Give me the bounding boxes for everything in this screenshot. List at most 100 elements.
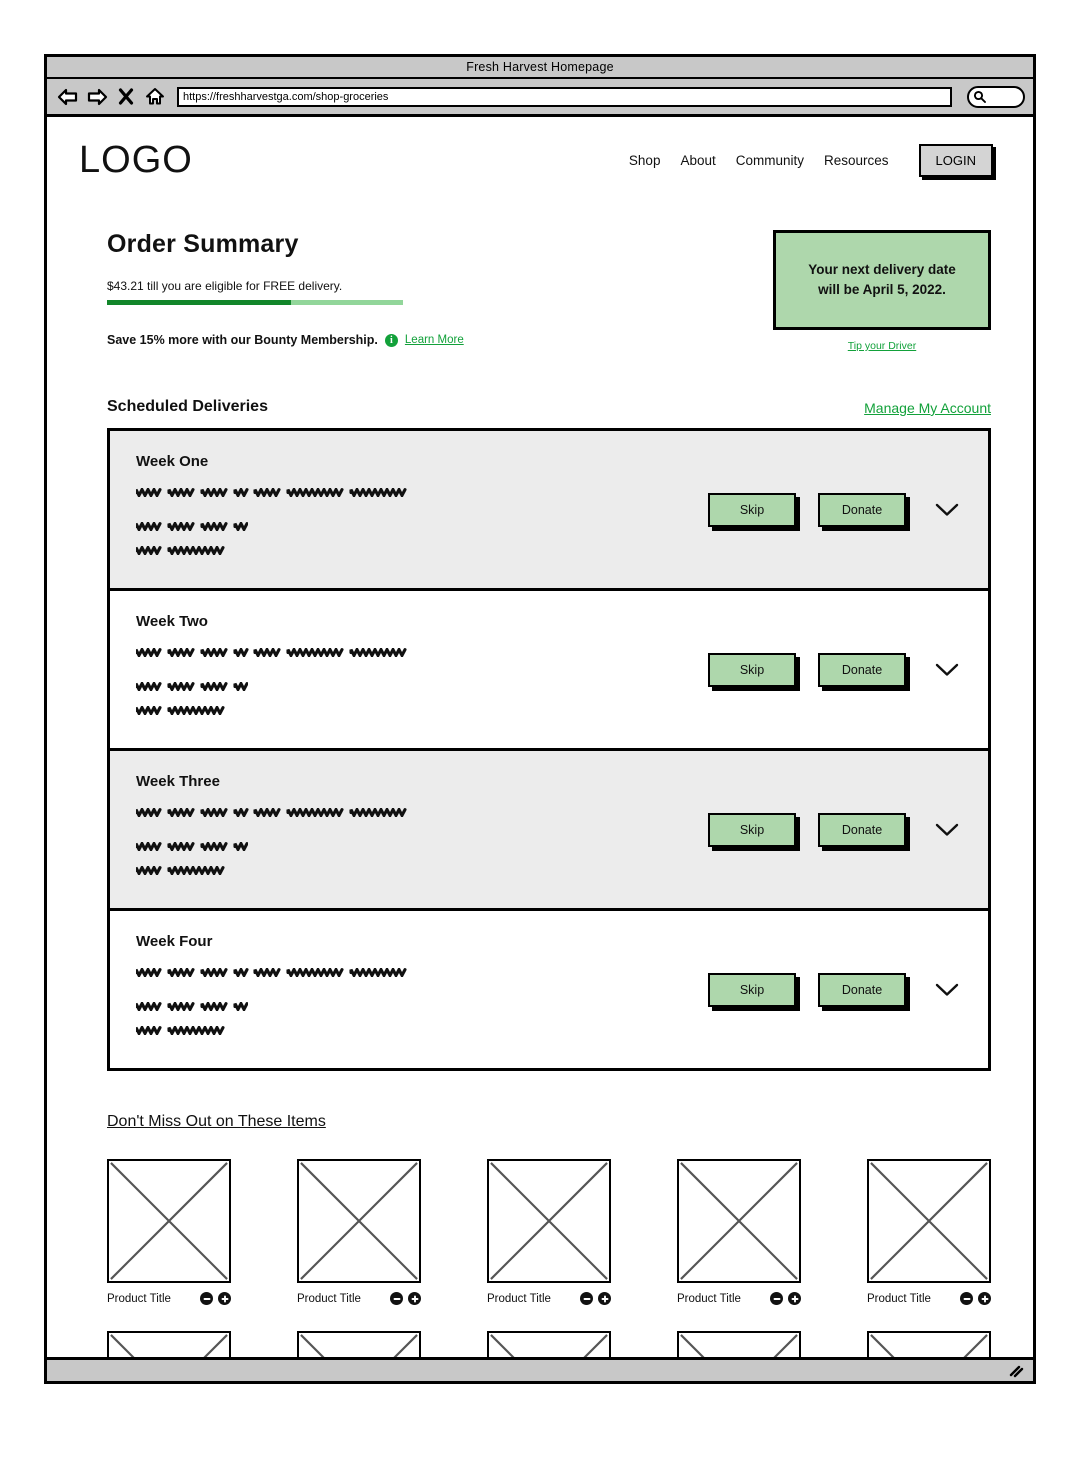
info-icon[interactable]: i (384, 333, 398, 347)
product-card[interactable]: Product Title (487, 1331, 611, 1357)
product-title: Product Title (677, 1292, 741, 1305)
manage-my-account-link[interactable]: Manage My Account (864, 400, 991, 416)
resize-handle-icon[interactable] (1008, 1364, 1026, 1378)
nav-item-about[interactable]: About (680, 153, 715, 168)
minus-icon[interactable] (580, 1292, 593, 1305)
free-delivery-text: $43.21 till you are eligible for FREE de… (107, 279, 343, 293)
learn-more-link[interactable]: Learn More (405, 334, 464, 346)
product-title: Product Title (867, 1292, 931, 1305)
product-title: Product Title (297, 1292, 361, 1305)
placeholder-line (134, 1022, 708, 1040)
product-card[interactable]: Product Title (107, 1159, 231, 1305)
donate-button[interactable]: Donate (818, 492, 906, 527)
donate-button[interactable]: Donate (818, 652, 906, 687)
delivery-placeholder-text (134, 964, 708, 1040)
product-image-placeholder[interactable] (677, 1159, 801, 1283)
product-card[interactable]: Product Title (297, 1331, 421, 1357)
back-arrow-icon[interactable] (57, 86, 79, 108)
product-image-placeholder[interactable] (677, 1331, 801, 1357)
product-image-placeholder[interactable] (867, 1159, 991, 1283)
plus-icon[interactable] (408, 1292, 421, 1305)
login-button[interactable]: LOGIN (918, 144, 993, 177)
minus-icon[interactable] (200, 1292, 213, 1305)
placeholder-line (134, 702, 708, 720)
tip-your-driver-link[interactable]: Tip your Driver (773, 340, 991, 352)
product-meta: Product Title (297, 1292, 421, 1305)
next-delivery-message: Your next delivery date will be April 5,… (808, 262, 956, 297)
product-image-placeholder[interactable] (487, 1159, 611, 1283)
delivery-row-actions: Skip Donate (708, 492, 960, 527)
skip-button[interactable]: Skip (708, 972, 796, 1007)
plus-icon[interactable] (788, 1292, 801, 1305)
site-header: LOGO Shop About Community Resources LOGI… (47, 117, 1033, 182)
forward-arrow-icon[interactable] (86, 86, 108, 108)
minus-icon[interactable] (960, 1292, 973, 1305)
page-content: LOGO Shop About Community Resources LOGI… (47, 117, 1033, 1357)
close-x-icon[interactable] (115, 86, 137, 108)
chevron-down-icon[interactable] (934, 977, 960, 1003)
plus-icon[interactable] (598, 1292, 611, 1305)
skip-button[interactable]: Skip (708, 812, 796, 847)
placeholder-line (134, 542, 708, 560)
search-icon (973, 90, 986, 103)
browser-toolbar: https://freshharvestga.com/shop-grocerie… (47, 79, 1033, 117)
nav-item-community[interactable]: Community (736, 153, 804, 168)
plus-icon[interactable] (218, 1292, 231, 1305)
product-card[interactable]: Product Title (867, 1159, 991, 1305)
membership-promo: Save 15% more with our Bounty Membership… (107, 333, 577, 347)
product-card[interactable]: Product Title (107, 1331, 231, 1357)
product-card[interactable]: Product Title (487, 1159, 611, 1305)
nav-item-shop[interactable]: Shop (629, 153, 661, 168)
product-image-placeholder[interactable] (487, 1331, 611, 1357)
browser-search-input[interactable] (967, 85, 1025, 108)
product-card[interactable]: Product Title (677, 1159, 801, 1305)
membership-text: Save 15% more with our Bounty Membership… (107, 333, 378, 347)
skip-button[interactable]: Skip (708, 492, 796, 527)
product-grid: Product Title Product Title Product Title P… (107, 1159, 991, 1357)
page-title: Order Summary (107, 230, 299, 258)
product-meta: Product Title (107, 1292, 231, 1305)
delivery-row-actions: Skip Donate (708, 812, 960, 847)
nav-item-resources[interactable]: Resources (824, 153, 889, 168)
product-image-placeholder[interactable] (297, 1159, 421, 1283)
chevron-down-icon[interactable] (934, 657, 960, 683)
quantity-stepper (200, 1292, 231, 1305)
plus-icon[interactable] (978, 1292, 991, 1305)
product-image-placeholder[interactable] (107, 1331, 231, 1357)
home-icon[interactable] (144, 86, 166, 108)
donate-button[interactable]: Donate (818, 812, 906, 847)
product-card[interactable]: Product Title (677, 1331, 801, 1357)
delivery-row-actions: Skip Donate (708, 652, 960, 687)
product-title: Product Title (487, 1292, 551, 1305)
next-delivery-card: Your next delivery date will be April 5,… (773, 230, 991, 330)
screenshot-root: Fresh Harvest Homepage https://freshharv… (0, 0, 1080, 1468)
product-card[interactable]: Product Title (867, 1331, 991, 1357)
product-image-placeholder[interactable] (867, 1331, 991, 1357)
placeholder-line (134, 644, 708, 662)
product-image-placeholder[interactable] (297, 1331, 421, 1357)
delivery-row-info: Week One (134, 453, 708, 566)
site-logo[interactable]: LOGO (79, 139, 193, 182)
url-text: https://freshharvestga.com/shop-grocerie… (183, 90, 389, 103)
donate-button[interactable]: Donate (818, 972, 906, 1007)
quantity-stepper (960, 1292, 991, 1305)
delivery-row-info: Week Three (134, 773, 708, 886)
free-delivery-progress-fill (107, 300, 291, 305)
browser-statusbar (47, 1357, 1033, 1381)
product-card[interactable]: Product Title (297, 1159, 421, 1305)
chevron-down-icon[interactable] (934, 817, 960, 843)
placeholder-line (134, 838, 708, 856)
url-input[interactable]: https://freshharvestga.com/shop-grocerie… (177, 86, 952, 107)
delivery-week-label: Week Two (136, 613, 208, 630)
scheduled-deliveries-header: Scheduled Deliveries Manage My Account (107, 398, 991, 416)
scheduled-deliveries-title: Scheduled Deliveries (107, 398, 268, 415)
placeholder-line (134, 518, 708, 536)
skip-button[interactable]: Skip (708, 652, 796, 687)
product-meta: Product Title (867, 1292, 991, 1305)
minus-icon[interactable] (390, 1292, 403, 1305)
placeholder-line (134, 998, 708, 1016)
delivery-week-label: Week Four (136, 933, 213, 950)
product-image-placeholder[interactable] (107, 1159, 231, 1283)
minus-icon[interactable] (770, 1292, 783, 1305)
chevron-down-icon[interactable] (934, 497, 960, 523)
